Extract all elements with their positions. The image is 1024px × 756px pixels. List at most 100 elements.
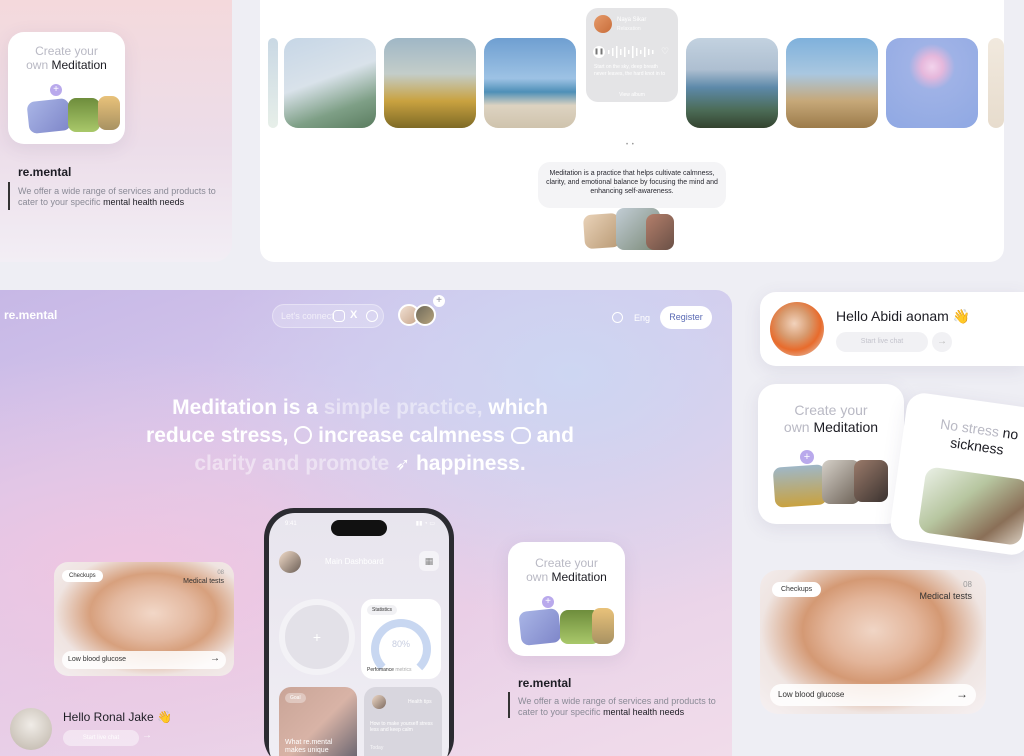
tips-avatar bbox=[372, 695, 386, 709]
plus-icon[interactable]: + bbox=[50, 84, 62, 96]
phone-avatar[interactable] bbox=[279, 551, 301, 573]
porch-photo bbox=[917, 466, 1024, 547]
create-title-pre2: own bbox=[26, 58, 49, 72]
player-sub: Relaxation bbox=[617, 26, 641, 32]
rocket-icon: ➶ bbox=[395, 454, 411, 474]
greet-avatar-right bbox=[770, 302, 824, 356]
right-create-pre: Create your bbox=[794, 402, 868, 418]
no-stress-b: no bbox=[1001, 424, 1020, 443]
goal-tag: Goal bbox=[285, 693, 306, 703]
hero-panel: re.mental Let's connect X + Eng Register… bbox=[0, 290, 732, 756]
goal-card[interactable]: Goal What re.mental makes unique bbox=[279, 687, 357, 756]
checkups-tag-right[interactable]: Checkups bbox=[772, 582, 822, 597]
greet-avatar-left bbox=[10, 708, 52, 750]
tips-text: How to make yourself stress less and kee… bbox=[370, 721, 433, 733]
gallery-photo-sunflowers[interactable] bbox=[384, 38, 476, 128]
plus-icon[interactable]: + bbox=[800, 450, 814, 464]
music-player-card[interactable]: Naya Sikar Relaxation ❚❚ ♡ Start on the … bbox=[586, 8, 678, 102]
stats-tag: Statistics bbox=[367, 605, 398, 615]
live-chat-button-right[interactable]: Start live chat bbox=[836, 332, 928, 352]
create-title-em: Meditation bbox=[51, 58, 107, 72]
pause-icon[interactable]: ❚❚ bbox=[593, 46, 605, 58]
flower-thumb bbox=[518, 608, 562, 646]
checkups-num: 08 bbox=[217, 570, 224, 576]
gallery-photo-flower[interactable] bbox=[886, 38, 978, 128]
register-button[interactable]: Register bbox=[660, 306, 712, 329]
glucose-bar-right[interactable]: Low blood glucose → bbox=[770, 684, 976, 706]
quote-photo-couple bbox=[646, 214, 674, 250]
field-thumb bbox=[68, 98, 100, 132]
gallery-photo-woman-tree[interactable] bbox=[284, 38, 376, 128]
checkups-label: Medical tests bbox=[183, 578, 224, 585]
player-avatar bbox=[594, 15, 612, 33]
create-meditation-card[interactable]: Create your own Meditation + bbox=[8, 32, 125, 144]
no-stress-card[interactable]: No stress no sickness bbox=[888, 390, 1024, 558]
right-create-em: Meditation bbox=[813, 419, 879, 435]
lang-label[interactable]: Eng bbox=[634, 313, 650, 323]
brain-icon bbox=[510, 427, 531, 444]
grid-icon[interactable]: ▦ bbox=[419, 551, 439, 571]
phone-add-circle[interactable]: + bbox=[279, 599, 355, 675]
hero-create-em: Meditation bbox=[551, 570, 607, 584]
brand-title: re.mental bbox=[18, 165, 72, 179]
hero-mid-desc-em: mental health needs bbox=[603, 707, 685, 717]
avatar-two[interactable] bbox=[414, 304, 436, 326]
dynamic-island bbox=[331, 520, 387, 536]
checkups-card-right[interactable]: Checkups 08 Medical tests Low blood gluc… bbox=[760, 570, 986, 714]
globe-icon[interactable] bbox=[612, 312, 623, 323]
player-link[interactable]: View album bbox=[586, 92, 678, 98]
gallery-photo-reeds[interactable] bbox=[786, 38, 878, 128]
arrow-right-icon[interactable]: → bbox=[210, 653, 220, 664]
checkups-card-left[interactable]: Checkups 08 Medical tests Low blood gluc… bbox=[54, 562, 234, 676]
player-text: Start on the sky, deep breath never leav… bbox=[594, 64, 666, 77]
live-chat-arrow-left[interactable]: → bbox=[142, 730, 152, 741]
live-chat-button-left[interactable]: Start live chat bbox=[63, 730, 139, 746]
brand-bar bbox=[8, 182, 10, 210]
glucose-label: Low blood glucose bbox=[68, 656, 126, 663]
plus-icon[interactable]: + bbox=[542, 596, 554, 608]
greet-hello-text-left: Hello Ronal Jake bbox=[63, 710, 154, 724]
hero-line3-b: happiness. bbox=[415, 452, 526, 475]
status-icons: ▮▮ ◔ ▭ bbox=[415, 521, 435, 527]
tips-card[interactable]: Health tips How to make yourself stress … bbox=[364, 687, 442, 756]
glucose-bar[interactable]: Low blood glucose → bbox=[62, 651, 226, 669]
flower-thumb bbox=[26, 97, 72, 135]
live-chat-arrow-right[interactable]: → bbox=[932, 332, 952, 352]
stats-perf-label: Perfomance bbox=[367, 667, 394, 673]
dribbble-icon[interactable] bbox=[366, 310, 378, 322]
quote-text: Meditation is a practice that helps cult… bbox=[546, 170, 718, 195]
gallery-photo-van[interactable] bbox=[484, 38, 576, 128]
hero-brand[interactable]: re.mental bbox=[4, 308, 57, 322]
top-left-panel: Create your own Meditation + re.mental W… bbox=[0, 0, 232, 262]
tips-date: Today bbox=[370, 745, 384, 751]
greet-card-right: Hello Abidi aonam 👋 Start live chat → bbox=[760, 292, 1024, 366]
gallery-photo-coast[interactable] bbox=[686, 38, 778, 128]
create-title-pre: Create your bbox=[35, 44, 98, 58]
hero-create-pre: Create your bbox=[535, 556, 598, 570]
player-name: Naya Sikar bbox=[617, 17, 647, 23]
stats-card[interactable]: Statistics 80% Perfomance metrics bbox=[361, 599, 441, 679]
stats-perf-sub: metrics bbox=[395, 667, 412, 673]
hero-line3-a: clarity and promote bbox=[194, 452, 390, 475]
right-create-card[interactable]: Create your own Meditation + bbox=[758, 384, 904, 524]
add-avatar-icon[interactable]: + bbox=[433, 295, 445, 307]
greet-hello-left: Hello Ronal Jake 👋 bbox=[63, 710, 172, 724]
arrow-right-icon[interactable]: → bbox=[956, 687, 968, 701]
greet-hello-right: Hello Abidi aonam 👋 bbox=[836, 308, 970, 325]
carousel-dots[interactable]: • • bbox=[626, 142, 638, 148]
smile-icon bbox=[294, 426, 313, 444]
sunflower-thumb bbox=[772, 464, 828, 508]
phone-screen: 9:41 ▮▮ ◔ ▭ Main Dashboard ▦ + Statistic… bbox=[269, 513, 449, 756]
instagram-icon[interactable] bbox=[333, 310, 345, 322]
hero-line2-a: reduce stress, bbox=[146, 424, 289, 447]
checkups-tag[interactable]: Checkups bbox=[62, 570, 103, 582]
hero-create-card[interactable]: Create your own Meditation + bbox=[508, 542, 625, 656]
heart-icon[interactable]: ♡ bbox=[661, 46, 669, 57]
hero-line1-c: which bbox=[488, 396, 548, 419]
x-icon[interactable]: X bbox=[350, 309, 357, 321]
hero-line2-c: and bbox=[536, 424, 574, 447]
gallery-photo-edge-right bbox=[988, 38, 1004, 128]
sunset-thumb bbox=[592, 608, 614, 644]
quote-card: Meditation is a practice that helps cult… bbox=[538, 162, 726, 208]
hero-line2-b: increase calmness bbox=[318, 424, 505, 447]
